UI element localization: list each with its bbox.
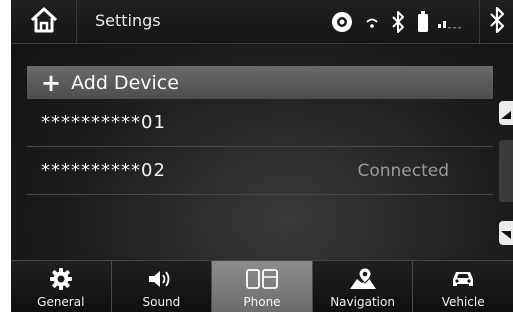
bluetooth-icon: [391, 11, 405, 33]
plus-icon: +: [41, 68, 62, 97]
tab-label: General: [37, 295, 85, 309]
bottom-tab-bar: General Sound Phone Navigation Vehicle: [11, 260, 513, 312]
add-device-button[interactable]: + Add Device: [27, 66, 493, 99]
bluetooth-button[interactable]: [479, 0, 513, 44]
tab-sound[interactable]: Sound: [111, 261, 213, 312]
speaker-icon: [148, 265, 174, 293]
triangle-down-icon: [501, 224, 511, 243]
settings-screen: Settings + Add Device **********01 *****…: [11, 0, 513, 312]
tab-label: Navigation: [330, 295, 395, 309]
battery-icon: [417, 11, 429, 33]
tab-label: Sound: [142, 295, 181, 309]
wifi-icon: [365, 15, 379, 29]
scroll-down-button[interactable]: [499, 221, 513, 245]
record-icon: [331, 11, 353, 33]
device-status: Connected: [357, 160, 449, 181]
header-bar: Settings: [11, 0, 513, 44]
bluetooth-icon: [489, 6, 505, 37]
tab-vehicle[interactable]: Vehicle: [413, 261, 513, 312]
add-device-label: Add Device: [71, 71, 179, 94]
tab-general[interactable]: General: [11, 261, 112, 312]
gear-icon: [49, 265, 72, 293]
phone-icon: [245, 265, 279, 293]
scrollbar-thumb[interactable]: [499, 140, 513, 202]
device-row[interactable]: **********01: [27, 99, 493, 147]
signal-icon: [437, 15, 463, 29]
page-title: Settings: [95, 11, 161, 30]
device-name: **********02: [41, 160, 166, 181]
status-area: [331, 8, 463, 36]
tab-label: Phone: [243, 295, 281, 309]
triangle-up-icon: [501, 104, 511, 123]
tab-label: Vehicle: [441, 295, 485, 309]
device-list: + Add Device **********01 **********02 C…: [27, 66, 493, 195]
home-icon: [29, 6, 59, 38]
device-row[interactable]: **********02 Connected: [27, 147, 493, 195]
tab-navigation[interactable]: Navigation: [312, 261, 414, 312]
car-icon: [450, 265, 476, 293]
device-name: **********01: [41, 112, 166, 133]
tab-phone[interactable]: Phone: [212, 261, 313, 312]
home-button[interactable]: [11, 0, 77, 44]
scroll-up-button[interactable]: [499, 101, 513, 125]
navigation-icon: [348, 265, 378, 293]
